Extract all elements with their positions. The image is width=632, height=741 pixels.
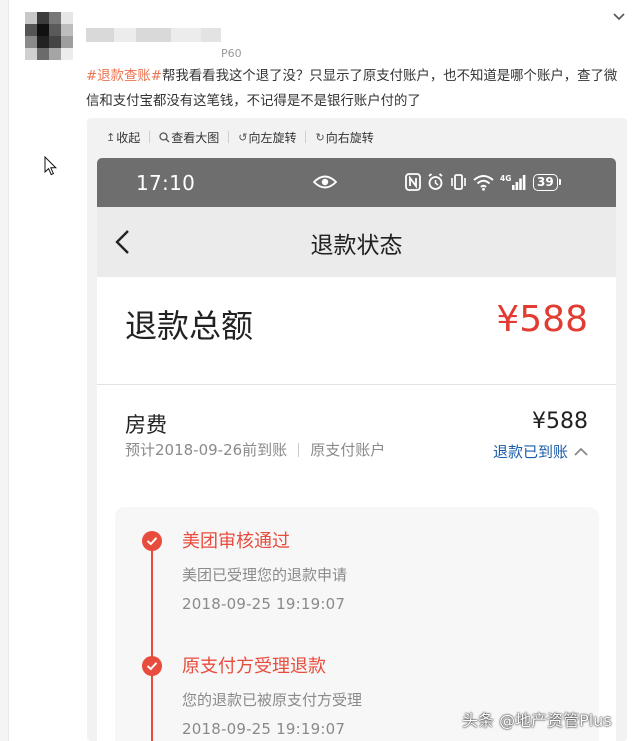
refund-total-card: 退款总额 ¥588 — [97, 277, 616, 385]
refund-item-name: 房费 — [125, 413, 167, 437]
status-time: 17:10 — [136, 171, 196, 195]
collapse-up-icon: ↥ — [106, 130, 116, 144]
watermark: 头条 @地产资管Plus — [462, 711, 612, 730]
refund-timeline: 美团审核通过 美团已受理您的退款申请 2018-09-25 19:19:07 原… — [115, 507, 599, 741]
rotate-right-button[interactable]: ↻ 向右旋转 — [315, 129, 373, 146]
timeline-step-desc: 您的退款已被原支付方受理 — [182, 691, 363, 709]
rotate-left-icon: ↺ — [238, 130, 248, 144]
username-blurred[interactable] — [86, 28, 221, 44]
timeline-step-time: 2018-09-25 19:19:07 — [182, 720, 346, 738]
expected-arrival: 预计2018-09-26前到账 — [125, 441, 288, 459]
battery-nub — [558, 179, 561, 185]
page-title: 退款状态 — [310, 233, 403, 259]
refund-status-label: 退款已到账 — [492, 443, 568, 461]
toolbar-divider — [149, 131, 151, 143]
view-large-button[interactable]: 查看大图 — [159, 129, 219, 146]
refund-total-label: 退款总额 — [125, 307, 254, 345]
phone-status-bar: 17:10 4G 39 — [97, 158, 616, 207]
topic-tag-link[interactable]: #退款查账# — [86, 69, 162, 84]
vibrate-icon — [451, 174, 466, 190]
avatar[interactable] — [25, 12, 73, 60]
phone-screenshot[interactable]: 17:10 4G 39 退款状态 退款总额 ¥588 房费 预计2018-09-… — [97, 158, 616, 741]
phone-nav-bar: 退款状态 — [97, 207, 616, 277]
timeline-step-desc: 美团已受理您的退款申请 — [182, 566, 348, 584]
rotate-left-button[interactable]: ↺ 向左旋转 — [238, 129, 296, 146]
check-icon — [142, 656, 162, 676]
chevron-up-icon — [574, 447, 588, 456]
magnifier-icon — [159, 131, 170, 142]
post-body: 帮我看看我这个退了没？只显示了原支付账户，也不知道是哪个账户，查了微信和支付宝都… — [86, 69, 618, 109]
image-toolbar: ↥ 收起 查看大图 ↺ 向左旋转 ↻ 向右旋转 — [87, 118, 627, 156]
refund-status-toggle[interactable]: 退款已到账 — [493, 441, 588, 462]
refund-item-card: 房费 预计2018-09-26前到账 原支付账户 ¥588 退款已到账 美团审核… — [97, 385, 616, 741]
check-icon — [142, 531, 162, 551]
toolbar-divider — [228, 131, 230, 143]
eye-icon — [313, 175, 337, 189]
post-device: P60 — [221, 47, 242, 60]
alarm-icon — [428, 173, 443, 190]
refund-item-amount: ¥588 — [532, 409, 588, 434]
collapse-button[interactable]: ↥ 收起 — [106, 129, 140, 146]
refund-total-value: ¥588 — [496, 299, 588, 340]
rotate-right-icon: ↻ — [315, 130, 325, 144]
timeline-step-title: 美团审核通过 — [182, 531, 290, 552]
toolbar-divider — [305, 131, 307, 143]
refund-item-detail: 预计2018-09-26前到账 原支付账户 — [125, 439, 385, 460]
nfc-icon — [405, 173, 421, 191]
timeline-step-title: 原支付方受理退款 — [182, 656, 326, 677]
signal-4g-icon: 4G — [500, 174, 526, 190]
chevron-down-icon[interactable] — [612, 10, 626, 24]
detail-divider — [298, 442, 300, 457]
timeline-step-time: 2018-09-25 19:19:07 — [182, 595, 346, 613]
post-text: #退款查账#帮我看看我这个退了没？只显示了原支付账户，也不知道是哪个账户，查了微… — [86, 64, 626, 114]
wifi-icon — [473, 174, 494, 191]
svg-text:4G: 4G — [500, 174, 511, 183]
refund-account: 原支付账户 — [310, 441, 386, 459]
left-rail — [0, 0, 9, 741]
battery-level: 39 — [533, 173, 558, 191]
status-icons: 4G 39 — [405, 172, 561, 192]
timeline-line — [151, 535, 153, 741]
mouse-cursor-icon — [44, 156, 58, 176]
battery-indicator: 39 — [533, 173, 561, 191]
